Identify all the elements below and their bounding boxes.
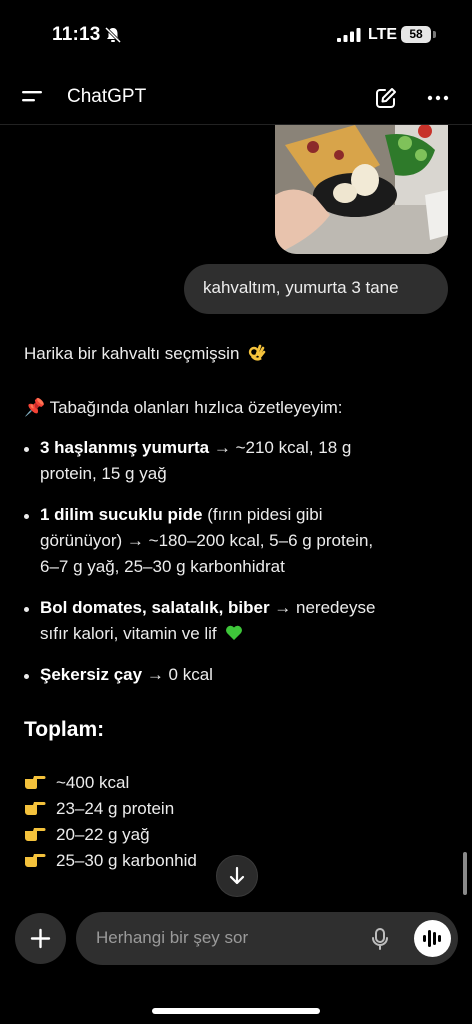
pointing-hand-emoji-icon (25, 802, 46, 815)
total-line: 20–22 g yağ (24, 825, 150, 845)
attach-button[interactable] (15, 913, 66, 964)
arrow-down-icon (229, 866, 245, 885)
total-line: ~400 kcal (24, 773, 129, 793)
summary-intro: 📌 Tabağında olanları hızlıca özetleyeyim… (24, 398, 343, 417)
waveform-icon (423, 930, 441, 947)
list-item-cont: sıfır kalori, vitamin ve lif (40, 624, 243, 644)
bullet-dot (24, 674, 29, 679)
network-type: LTE (368, 26, 398, 43)
message-input[interactable]: Herhangi bir şey sor (96, 928, 248, 948)
list-item: 3 haşlanmış yumurta → ~210 kcal, 18 g (40, 438, 352, 457)
pointing-hand-emoji-icon (25, 776, 46, 789)
ok-hand-emoji-icon (248, 344, 266, 361)
pointing-hand-emoji-icon (25, 854, 46, 867)
app-title: ChatGPT (67, 86, 147, 107)
battery-tip (433, 31, 436, 38)
user-message-text: kahvaltım, yumurta 3 tane (203, 278, 399, 297)
bullet-dot (24, 447, 29, 452)
assistant-intro: Harika bir kahvaltı seçmişsin (24, 344, 266, 364)
cellular-signal-icon (337, 28, 361, 42)
bullet-dot (24, 514, 29, 519)
list-item: 1 dilim sucuklu pide (fırın pidesi gibi (40, 505, 323, 524)
scroll-down-button[interactable] (216, 855, 258, 897)
app-header: ChatGPT (0, 72, 472, 125)
new-chat-icon[interactable] (374, 86, 398, 110)
voice-mode-button[interactable] (414, 920, 451, 957)
list-item: Bol domates, salatalık, biber → neredeys… (40, 598, 376, 617)
pointing-hand-emoji-icon (25, 828, 46, 841)
home-indicator (152, 1008, 320, 1014)
battery-icon: 58 (401, 26, 431, 43)
list-item-cont: görünüyor) → ~180–200 kcal, 5–6 g protei… (40, 531, 374, 550)
list-item-cont: protein, 15 g yağ (40, 464, 167, 483)
plus-icon (30, 928, 51, 949)
bullet-dot (24, 607, 29, 612)
breakfast-photo[interactable] (275, 125, 448, 254)
total-heading: Toplam: (24, 718, 105, 741)
bell-muted-icon (104, 26, 122, 44)
green-heart-emoji-icon (226, 625, 243, 640)
status-bar: 11:13 LTE 58 (0, 0, 472, 72)
chat-area[interactable]: kahvaltım, yumurta 3 tane Harika bir kah… (0, 125, 472, 910)
total-line: 25–30 g karbonhid (24, 851, 197, 871)
microphone-icon[interactable] (371, 928, 389, 950)
total-line: 23–24 g protein (24, 799, 174, 819)
menu-icon[interactable] (22, 88, 44, 106)
list-item-cont: 6–7 g yağ, 25–30 g karbonhidrat (40, 557, 285, 576)
list-item: Şekersiz çay → 0 kcal (40, 665, 213, 684)
status-time: 11:13 (52, 24, 101, 45)
scrollbar[interactable] (463, 852, 467, 895)
more-options-icon[interactable] (426, 86, 450, 110)
